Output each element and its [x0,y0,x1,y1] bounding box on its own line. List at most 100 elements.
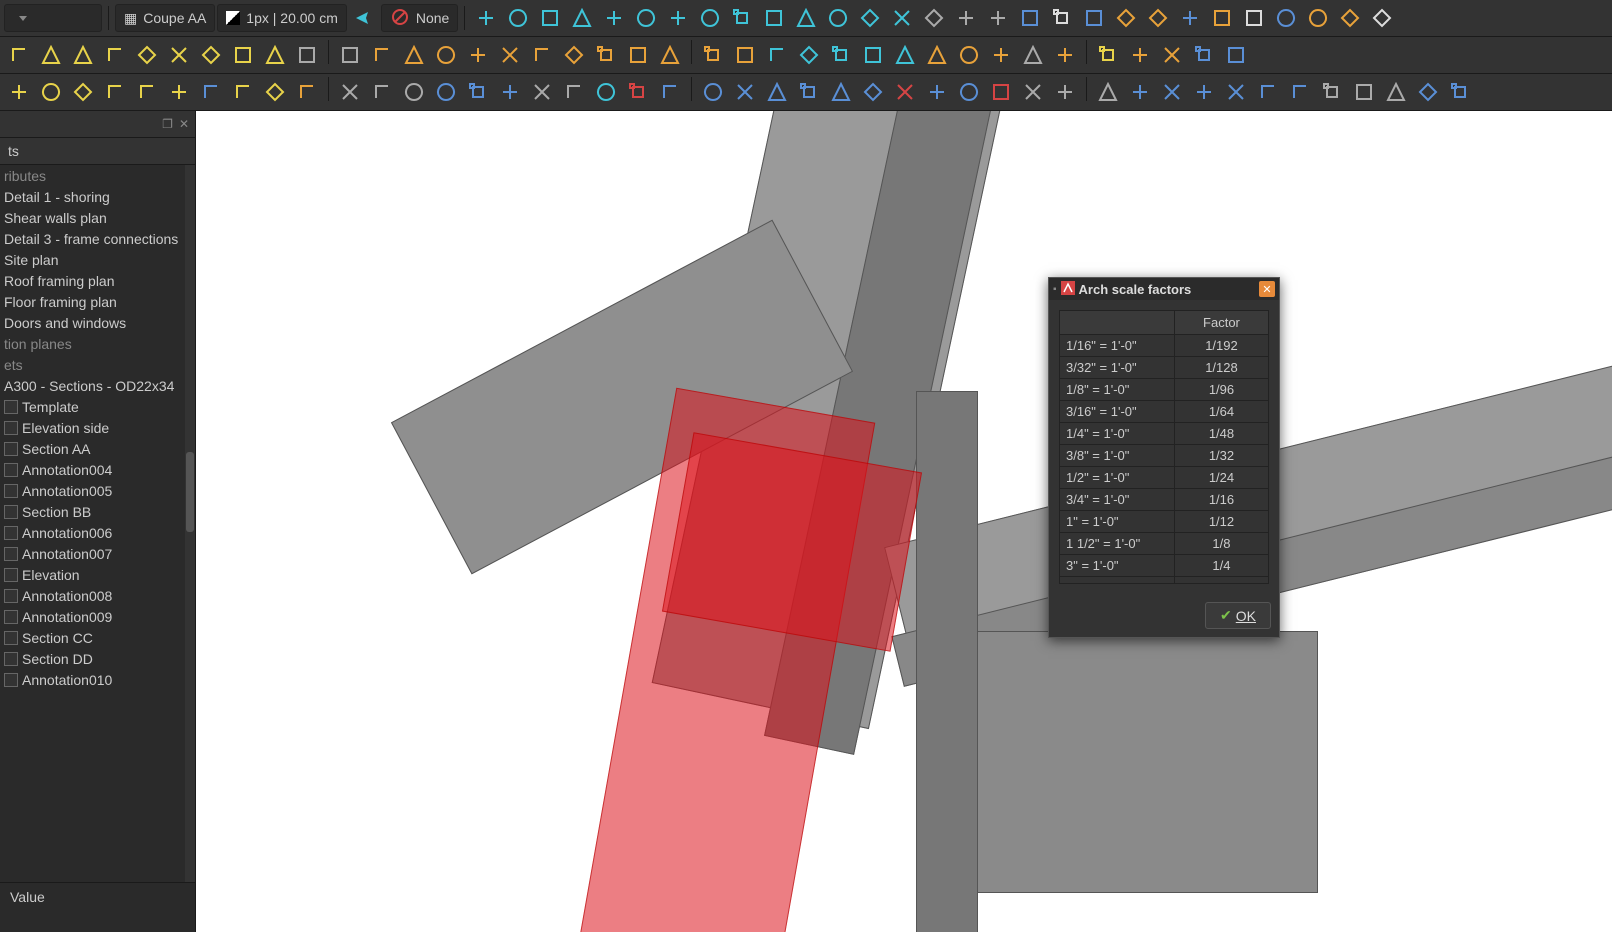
dots3-icon[interactable] [68,40,98,70]
teal1-icon[interactable] [762,40,792,70]
rect2-icon[interactable] [68,77,98,107]
gold4-icon[interactable] [495,40,525,70]
plane-icon[interactable] [887,3,917,33]
checkbox-icon[interactable] [4,484,18,498]
table-row[interactable] [1060,577,1269,584]
tree-item[interactable]: Annotation008 [0,585,195,606]
undock-icon[interactable]: ❐ [162,117,173,131]
minus3d-icon[interactable] [1093,77,1123,107]
list-icon[interactable] [1367,3,1397,33]
globe1-icon[interactable] [527,77,557,107]
sheet-icon[interactable] [1047,3,1077,33]
layers-icon[interactable] [1271,3,1301,33]
tree-item[interactable]: Section DD [0,648,195,669]
checkbox-icon[interactable] [4,673,18,687]
brush2-icon[interactable] [535,3,565,33]
grid3-icon[interactable] [228,77,258,107]
table-row[interactable]: 3/4" = 1'-0"1/16 [1060,489,1269,511]
table-row[interactable]: 3/32" = 1'-0"1/128 [1060,357,1269,379]
house-icon[interactable] [1015,3,1045,33]
tree3-icon[interactable] [1253,77,1283,107]
gold14-icon[interactable] [986,40,1016,70]
checkbox-icon[interactable] [4,631,18,645]
table-row[interactable]: 1/8" = 1'-0"1/96 [1060,379,1269,401]
tree-item[interactable]: Annotation009 [0,606,195,627]
flag-icon[interactable] [890,77,920,107]
slice-icon[interactable] [698,77,728,107]
checkbox-icon[interactable] [4,400,18,414]
gridbold-icon[interactable] [951,3,981,33]
combo-lineweight[interactable]: 1px | 20.00 cm [217,4,347,32]
gold9-icon[interactable] [655,40,685,70]
stack-icon[interactable] [1079,3,1109,33]
tree-item[interactable]: Detail 1 - shoring [0,186,195,207]
tree2-icon[interactable] [1221,77,1251,107]
bool2-icon[interactable] [1349,77,1379,107]
blue2-icon[interactable] [1221,40,1251,70]
gold13-icon[interactable] [954,40,984,70]
tree-item[interactable]: Annotation004 [0,459,195,480]
gold5-icon[interactable] [527,40,557,70]
tree-item[interactable]: Elevation [0,564,195,585]
model-tree[interactable]: ributesDetail 1 - shoringShear walls pla… [0,165,195,882]
redx-icon[interactable] [623,77,653,107]
table-row[interactable]: 1" = 1'-0"1/12 [1060,511,1269,533]
up-icon[interactable] [922,77,952,107]
orange2-icon[interactable] [1157,40,1187,70]
move4-icon[interactable] [599,3,629,33]
table-row[interactable]: 1/16" = 1'-0"1/192 [1060,335,1269,357]
perp-icon[interactable] [663,3,693,33]
tree-item[interactable]: Section BB [0,501,195,522]
checkbox-icon[interactable] [4,526,18,540]
page-icon[interactable] [794,77,824,107]
blue1-icon[interactable] [1189,40,1219,70]
dialog-close-icon[interactable]: ✕ [1259,281,1275,297]
vbar-icon[interactable] [196,77,226,107]
table-row[interactable]: 3" = 1'-0"1/4 [1060,555,1269,577]
checkbox-icon[interactable] [4,652,18,666]
cubes1-icon[interactable] [1125,77,1155,107]
lasso-icon[interactable] [591,77,621,107]
doc-icon[interactable] [1239,3,1269,33]
grid-icon[interactable] [855,3,885,33]
hatch-icon[interactable] [292,40,322,70]
tree-item[interactable]: Floor framing plan [0,291,195,312]
gold10-icon[interactable] [698,40,728,70]
table-row[interactable]: 3/16" = 1'-0"1/64 [1060,401,1269,423]
tree-item[interactable]: ributes [0,165,195,186]
expand-icon[interactable] [399,77,429,107]
tree-item[interactable]: Detail 3 - frame connections [0,228,195,249]
table-row[interactable]: 1 1/2" = 1'-0"1/8 [1060,533,1269,555]
table-row[interactable]: 1/4" = 1'-0"1/48 [1060,423,1269,445]
down-icon[interactable] [954,77,984,107]
text1-icon[interactable] [335,77,365,107]
vert-icon[interactable] [791,3,821,33]
checkbox-icon[interactable] [4,547,18,561]
tree1-icon[interactable] [1189,77,1219,107]
close-panel-icon[interactable]: ✕ [179,117,189,131]
lshape2-icon[interactable] [132,77,162,107]
gold12-icon[interactable] [922,40,952,70]
xsnap-icon[interactable] [631,3,661,33]
selbox-icon[interactable] [762,77,792,107]
brush-icon[interactable] [503,3,533,33]
teal2-icon[interactable] [794,40,824,70]
tree-item[interactable]: Section AA [0,438,195,459]
icol-icon[interactable] [1093,40,1123,70]
helmet-icon[interactable] [367,40,397,70]
rotate-icon[interactable] [495,77,525,107]
poly1-icon[interactable] [100,40,130,70]
rect-icon[interactable] [164,40,194,70]
parallel-icon[interactable] [727,3,757,33]
gold2-icon[interactable] [431,40,461,70]
side-tab[interactable]: ts [0,138,195,165]
cloud-icon[interactable] [1285,77,1315,107]
box3d-icon[interactable] [1018,77,1048,107]
sel1-icon[interactable] [463,77,493,107]
bool3-icon[interactable] [1381,77,1411,107]
tree-item[interactable]: Shear walls plan [0,207,195,228]
tree-item[interactable]: ets [0,354,195,375]
ortho-icon[interactable] [759,3,789,33]
tag-icon[interactable] [1303,3,1333,33]
graph-icon[interactable] [858,77,888,107]
